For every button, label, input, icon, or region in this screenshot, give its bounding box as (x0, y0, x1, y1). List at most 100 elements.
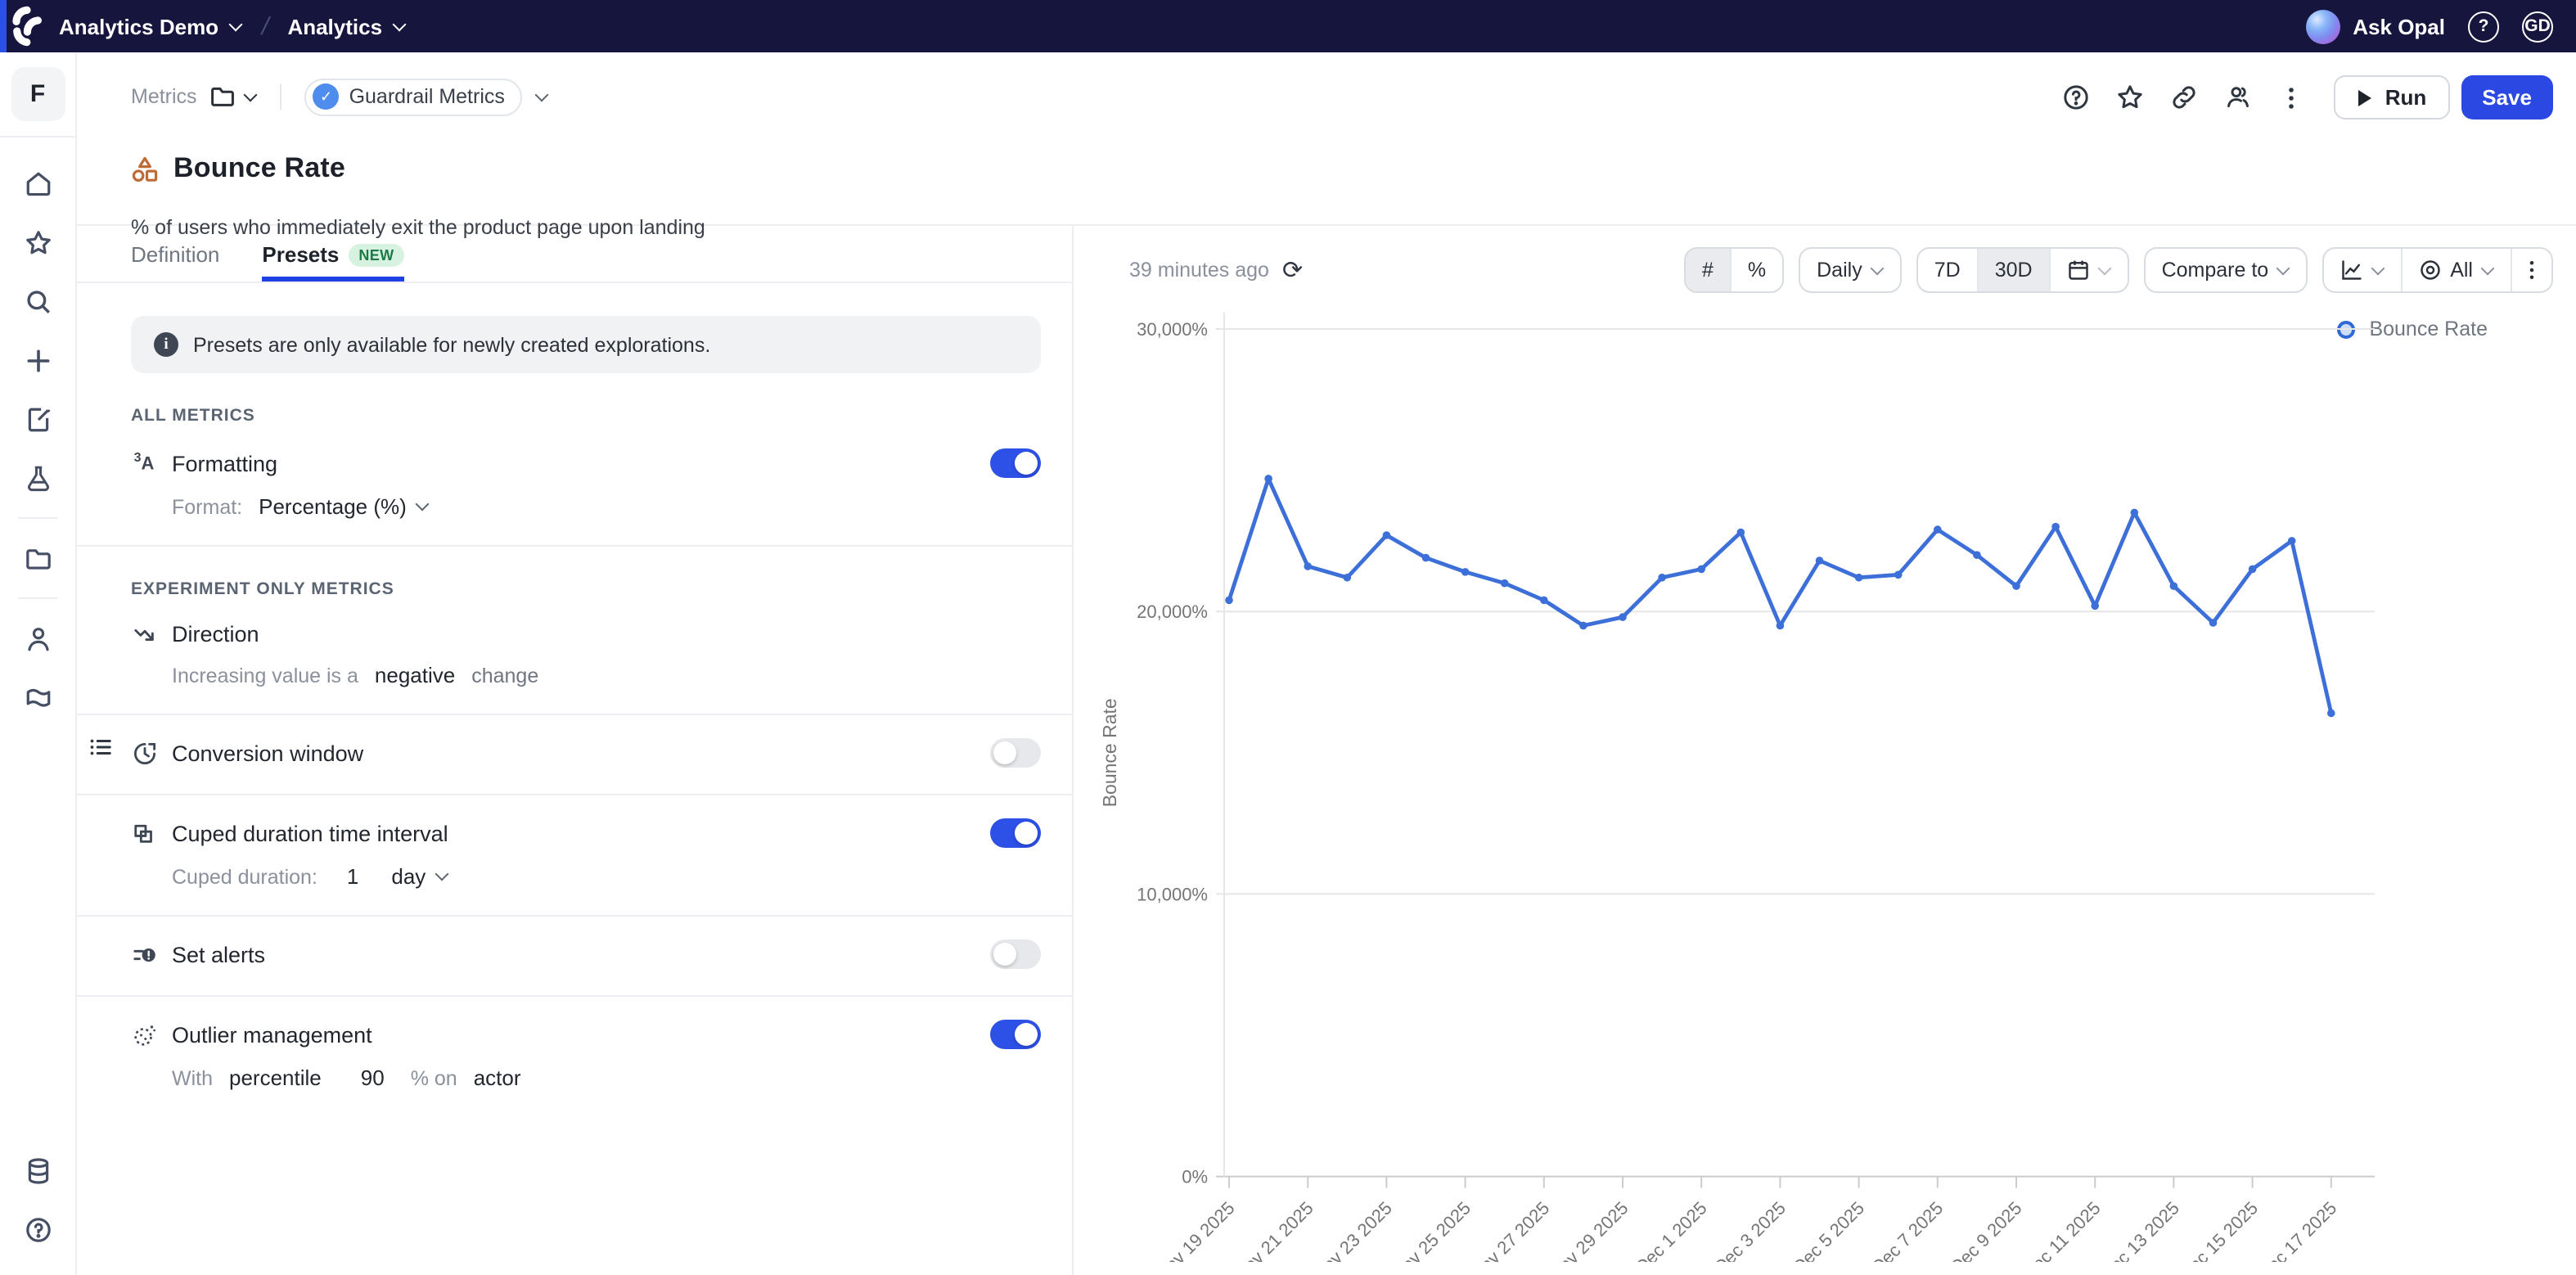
format-select[interactable]: Percentage (%) (259, 494, 430, 519)
chevron-down-icon[interactable] (535, 88, 549, 101)
tab-definition[interactable]: Definition (131, 242, 219, 282)
set-alerts-toggle[interactable] (990, 939, 1041, 969)
data-point[interactable] (1383, 531, 1391, 539)
cuped-toggle[interactable] (990, 818, 1041, 848)
data-sources-icon[interactable] (8, 1141, 67, 1200)
copy-link-icon[interactable] (2163, 76, 2205, 119)
data-point[interactable] (2170, 582, 2178, 590)
formatting-toggle[interactable] (990, 448, 1041, 478)
chart-line[interactable] (1229, 479, 2331, 714)
direction-suffix: change (471, 664, 538, 687)
avatar[interactable]: GD (2522, 11, 2553, 42)
data-point[interactable] (1304, 562, 1312, 570)
panel-collapse-list-icon[interactable] (88, 735, 113, 759)
data-point[interactable] (1816, 556, 1824, 565)
conversion-window-toggle[interactable] (990, 738, 1041, 768)
tab-presets-label: Presets (262, 242, 339, 267)
favorite-star-icon[interactable] (2109, 76, 2151, 119)
x-tick-label: Dec 3 2025 (1710, 1197, 1790, 1262)
data-point[interactable] (2249, 565, 2257, 574)
experiments-flask-icon[interactable] (8, 448, 67, 507)
share-users-icon[interactable] (2217, 76, 2259, 119)
conversion-window-row: Conversion window (131, 715, 1041, 768)
data-point[interactable] (2012, 582, 2020, 590)
data-point[interactable] (1461, 568, 1470, 576)
y-tick-label: 30,000% (1137, 319, 1208, 340)
cuped-duration-input[interactable]: 1 (347, 864, 358, 889)
outlier-entity-select[interactable]: actor (474, 1066, 521, 1090)
folders-icon[interactable] (8, 529, 67, 588)
direction-prefix: Increasing value is a (172, 664, 358, 687)
data-point[interactable] (1422, 554, 1430, 562)
explorations-icon[interactable] (8, 390, 67, 448)
flags-icon[interactable] (8, 668, 67, 727)
help-button[interactable]: ? (2468, 11, 2499, 42)
data-point[interactable] (2131, 509, 2139, 517)
data-point[interactable] (1777, 622, 1785, 630)
x-tick-label: Nov 21 2025 (1231, 1197, 1317, 1262)
data-point[interactable] (2091, 601, 2099, 610)
bounce-rate-line-chart[interactable]: 30,000%20,000%10,000%0%Nov 19 2025Nov 21… (1074, 247, 2576, 1262)
data-point[interactable] (1934, 525, 1942, 534)
outlier-value-input[interactable]: 90 (361, 1066, 385, 1090)
direction-subrow: Increasing value is a negative change (172, 663, 1041, 687)
divider (18, 517, 57, 519)
brand-logo-icon[interactable] (11, 5, 43, 47)
data-point[interactable] (2327, 710, 2335, 718)
data-point[interactable] (1540, 597, 1548, 605)
create-plus-icon[interactable] (8, 331, 67, 390)
data-point[interactable] (2209, 619, 2218, 627)
cuped-unit-select[interactable]: day (391, 864, 448, 889)
data-point[interactable] (1501, 579, 1509, 588)
users-icon[interactable] (8, 609, 67, 668)
data-point[interactable] (1658, 574, 1666, 582)
run-label: Run (2385, 85, 2427, 110)
opal-orb-icon[interactable] (2305, 9, 2340, 43)
x-tick-label: Dec 11 2025 (2019, 1197, 2105, 1262)
metric-header: Metrics ✓ Guardrail Metrics (77, 52, 2576, 226)
data-point[interactable] (2051, 523, 2060, 531)
folder-icon (210, 83, 236, 110)
collection-pill[interactable]: ✓ Guardrail Metrics (305, 78, 523, 115)
data-point[interactable] (1344, 574, 1352, 582)
favorites-star-icon[interactable] (8, 213, 67, 272)
data-point[interactable] (1697, 565, 1705, 574)
search-icon[interactable] (8, 272, 67, 331)
run-button[interactable]: Run (2335, 75, 2450, 119)
workspace-avatar[interactable]: F (11, 67, 65, 121)
data-point[interactable] (2288, 537, 2296, 545)
formatting-label: Formatting (172, 451, 277, 475)
breadcrumb-metrics[interactable]: Metrics (131, 85, 197, 108)
tab-presets[interactable]: Presets NEW (262, 242, 403, 282)
all-metrics-header: ALL METRICS (131, 406, 1041, 426)
info-banner-text: Presets are only available for newly cre… (193, 333, 710, 356)
direction-value-select[interactable]: negative (375, 663, 455, 687)
outlier-toggle[interactable] (990, 1020, 1041, 1049)
outlier-row: Outlier management (131, 997, 1041, 1049)
data-point[interactable] (1737, 529, 1745, 537)
chevron-down-icon (228, 17, 242, 31)
data-point[interactable] (1619, 613, 1627, 621)
outlier-method-select[interactable]: percentile (229, 1066, 322, 1090)
ask-opal-button[interactable]: Ask Opal (2353, 14, 2445, 38)
more-options-icon[interactable] (2271, 76, 2313, 119)
set-alerts-label: Set alerts (172, 942, 265, 966)
data-point[interactable] (1855, 574, 1863, 582)
y-tick-label: 0% (1182, 1167, 1208, 1187)
data-point[interactable] (1225, 597, 1233, 605)
x-tick-label: Dec 9 2025 (1946, 1197, 2025, 1262)
help-circle-icon[interactable] (2055, 76, 2097, 119)
data-point[interactable] (1894, 571, 1903, 579)
folder-selector[interactable] (210, 83, 258, 110)
y-axis-title: Bounce Rate (1099, 698, 1120, 807)
data-point[interactable] (1579, 622, 1587, 630)
section-switcher[interactable]: Analytics (287, 14, 405, 38)
home-icon[interactable] (8, 154, 67, 213)
cuped-subrow: Cuped duration: 1 day (172, 864, 1041, 889)
data-point[interactable] (1264, 475, 1272, 483)
workspace-switcher[interactable]: Analytics Demo (59, 14, 241, 38)
data-point[interactable] (1973, 551, 1981, 559)
save-button[interactable]: Save (2461, 75, 2553, 119)
help-circle-icon[interactable] (8, 1200, 67, 1259)
x-tick-label: Dec 15 2025 (2175, 1197, 2262, 1262)
